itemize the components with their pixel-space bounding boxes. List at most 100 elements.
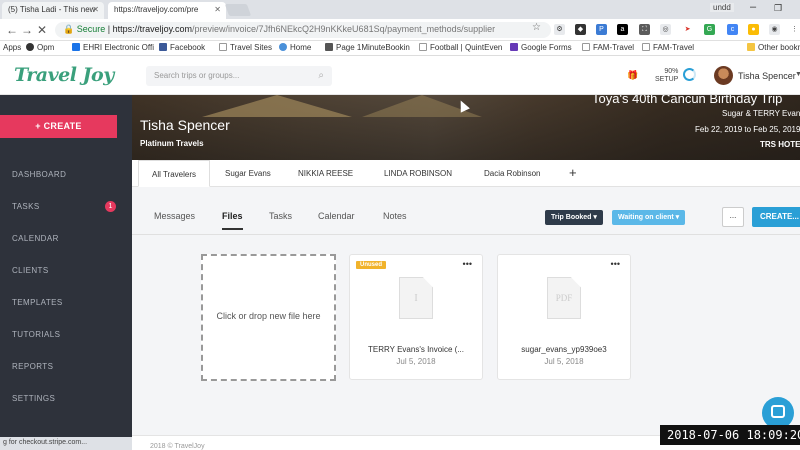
file-type-label: I <box>414 293 418 304</box>
bookmark-item[interactable]: Travel Sites <box>219 43 272 52</box>
browser-tab[interactable]: (5) Tisha Ladi - This new ✕ <box>2 2 104 19</box>
extension-icon[interactable]: ⛶ <box>639 24 650 35</box>
file-card[interactable]: ••• PDF sugar_evans_yp939oe3 Jul 5, 2018 <box>497 254 631 380</box>
sidebar-item-settings[interactable]: SETTINGS <box>12 394 55 403</box>
agent-name: Tisha Spencer <box>140 117 230 133</box>
app-header: Travel Joy Search trips or groups... ⌕ 🎁… <box>0 56 800 95</box>
tab-all-travelers[interactable]: All Travelers <box>138 160 211 187</box>
bookmark-item[interactable]: Home <box>279 43 311 52</box>
gift-icon[interactable]: 🎁 <box>627 70 638 81</box>
reload-icon[interactable]: ✕ <box>37 23 47 37</box>
sidebar-item-clients[interactable]: CLIENTS <box>12 266 49 275</box>
sidebar-item-tasks[interactable]: TASKS <box>12 202 40 211</box>
file-menu-icon[interactable]: ••• <box>463 259 472 269</box>
url-field[interactable]: 🔒 Secure | https://traveljoy.com/preview… <box>55 22 551 38</box>
bookmark-item[interactable]: Page 1MinuteBookin <box>325 43 410 52</box>
agency-name: Platinum Travels <box>140 139 204 148</box>
tasks-count-badge: 1 <box>105 201 116 212</box>
tab-calendar[interactable]: Calendar <box>318 211 355 221</box>
sidebar-item-dashboard[interactable]: DASHBOARD <box>12 170 66 179</box>
file-card[interactable]: Unused ••• I TERRY Evans's Invoice (... … <box>349 254 483 380</box>
extension-icon[interactable]: ◉ <box>769 24 780 35</box>
bookmark-favicon <box>72 43 80 51</box>
extension-icon[interactable]: ➤ <box>682 24 693 35</box>
create-button[interactable]: + CREATE <box>0 115 117 138</box>
trip-status-dropdown[interactable]: Trip Booked ▾ <box>545 210 603 225</box>
extension-icon[interactable]: ◆ <box>575 24 586 35</box>
extension-icon[interactable]: ◎ <box>660 24 671 35</box>
extension-icon[interactable]: a <box>617 24 628 35</box>
close-tab-icon[interactable]: ✕ <box>92 5 99 14</box>
more-button[interactable]: ... <box>722 207 744 227</box>
extension-icon[interactable]: G <box>704 24 715 35</box>
bookmark-item[interactable]: Football | QuintEven <box>419 43 502 52</box>
tab-tasks[interactable]: Tasks <box>269 211 292 221</box>
browser-tab-label: https://traveljoy.com/pre <box>114 5 199 14</box>
browser-tab-active[interactable]: https://traveljoy.com/pre ✕ <box>108 2 226 19</box>
maximize-icon[interactable]: ❐ <box>774 3 782 14</box>
create-item-button[interactable]: CREATE... <box>752 207 800 227</box>
minimize-icon[interactable]: – <box>750 1 756 13</box>
setup-percent: 90% <box>664 68 679 75</box>
avatar[interactable] <box>714 66 733 85</box>
address-bar: ← → ✕ 🔒 Secure | https://traveljoy.com/p… <box>0 19 800 41</box>
trip-dates: Feb 22, 2019 to Feb 25, 2019 <box>695 125 800 134</box>
browser-tab-bar: (5) Tisha Ladi - This new ✕ https://trav… <box>0 0 800 19</box>
file-menu-icon[interactable]: ••• <box>611 259 620 269</box>
file-date: Jul 5, 2018 <box>544 357 584 366</box>
bookmark-apps[interactable]: Apps <box>3 43 21 52</box>
file-name: TERRY Evans's Invoice (... <box>368 345 464 354</box>
search-input[interactable]: Search trips or groups... ⌕ <box>146 66 332 86</box>
setup-label: SETUP <box>655 76 679 83</box>
tab-traveler[interactable]: Sugar Evans <box>225 160 271 187</box>
traveljoy-logo[interactable]: Travel Joy <box>14 64 114 86</box>
files-panel: Click or drop new file here Unused ••• I… <box>132 235 800 435</box>
sidebar-item-calendar[interactable]: CALENDAR <box>12 234 59 243</box>
bookmark-item[interactable]: Opm <box>26 43 54 52</box>
extension-icon[interactable]: ⚙ <box>554 24 565 35</box>
bookmark-item[interactable]: Other bookm <box>747 43 800 52</box>
page-icon <box>582 43 590 51</box>
close-tab-icon[interactable]: ✕ <box>214 5 221 14</box>
sidebar-item-tutorials[interactable]: TUTORIALS <box>12 330 60 339</box>
extension-icon[interactable]: c <box>727 24 738 35</box>
client-status-dropdown[interactable]: Waiting on client ▾ <box>612 210 686 225</box>
chat-icon <box>771 405 785 418</box>
setup-ring-icon[interactable] <box>683 68 696 81</box>
unused-badge: Unused <box>356 261 387 269</box>
tab-notes[interactable]: Notes <box>383 211 407 221</box>
menu-icon[interactable]: ⋮ <box>789 24 800 35</box>
trip-travelers: Sugar & TERRY Evans <box>722 109 800 118</box>
bookmark-favicon <box>279 43 287 51</box>
user-name[interactable]: Tisha Spencer <box>738 71 796 81</box>
back-icon[interactable]: ← <box>6 23 18 37</box>
file-dropzone[interactable]: Click or drop new file here <box>201 254 336 381</box>
chevron-down-icon[interactable]: ▼ <box>795 71 800 78</box>
google-forms-icon <box>510 43 518 51</box>
bookmark-favicon <box>325 43 333 51</box>
copyright-text: 2018 © TravelJoy <box>150 443 205 450</box>
tab-traveler[interactable]: NIKKIA REESE <box>298 160 353 187</box>
bookmark-item[interactable]: EHRI Electronic Offi <box>72 43 154 52</box>
sidebar-item-reports[interactable]: REPORTS <box>12 362 53 371</box>
tab-messages[interactable]: Messages <box>154 211 195 221</box>
new-tab-button[interactable] <box>224 4 252 16</box>
dropzone-label: Click or drop new file here <box>216 311 321 321</box>
trip-title: Toya's 40th Cancun Birthday Trip <box>592 95 783 106</box>
search-icon: ⌕ <box>318 70 324 81</box>
bookmark-star-icon[interactable]: ☆ <box>532 22 541 33</box>
forward-icon[interactable]: → <box>21 23 33 37</box>
bookmark-item[interactable]: FAM-Travel <box>642 43 694 52</box>
setup-progress[interactable]: 90% SETUP <box>655 68 678 84</box>
bookmark-item[interactable]: Facebook <box>159 43 205 52</box>
bookmark-item[interactable]: Google Forms <box>510 43 572 52</box>
extension-icon[interactable]: ● <box>748 24 759 35</box>
hero-photo-detail <box>202 95 352 117</box>
bookmark-item[interactable]: FAM-Travel <box>582 43 634 52</box>
extension-icon[interactable]: P <box>596 24 607 35</box>
tab-traveler[interactable]: Dacia Robinson <box>484 160 540 187</box>
add-traveler-icon[interactable]: + <box>569 165 577 180</box>
tab-files[interactable]: Files <box>222 211 243 230</box>
sidebar-item-templates[interactable]: TEMPLATES <box>12 298 63 307</box>
tab-traveler[interactable]: LINDA ROBINSON <box>384 160 452 187</box>
